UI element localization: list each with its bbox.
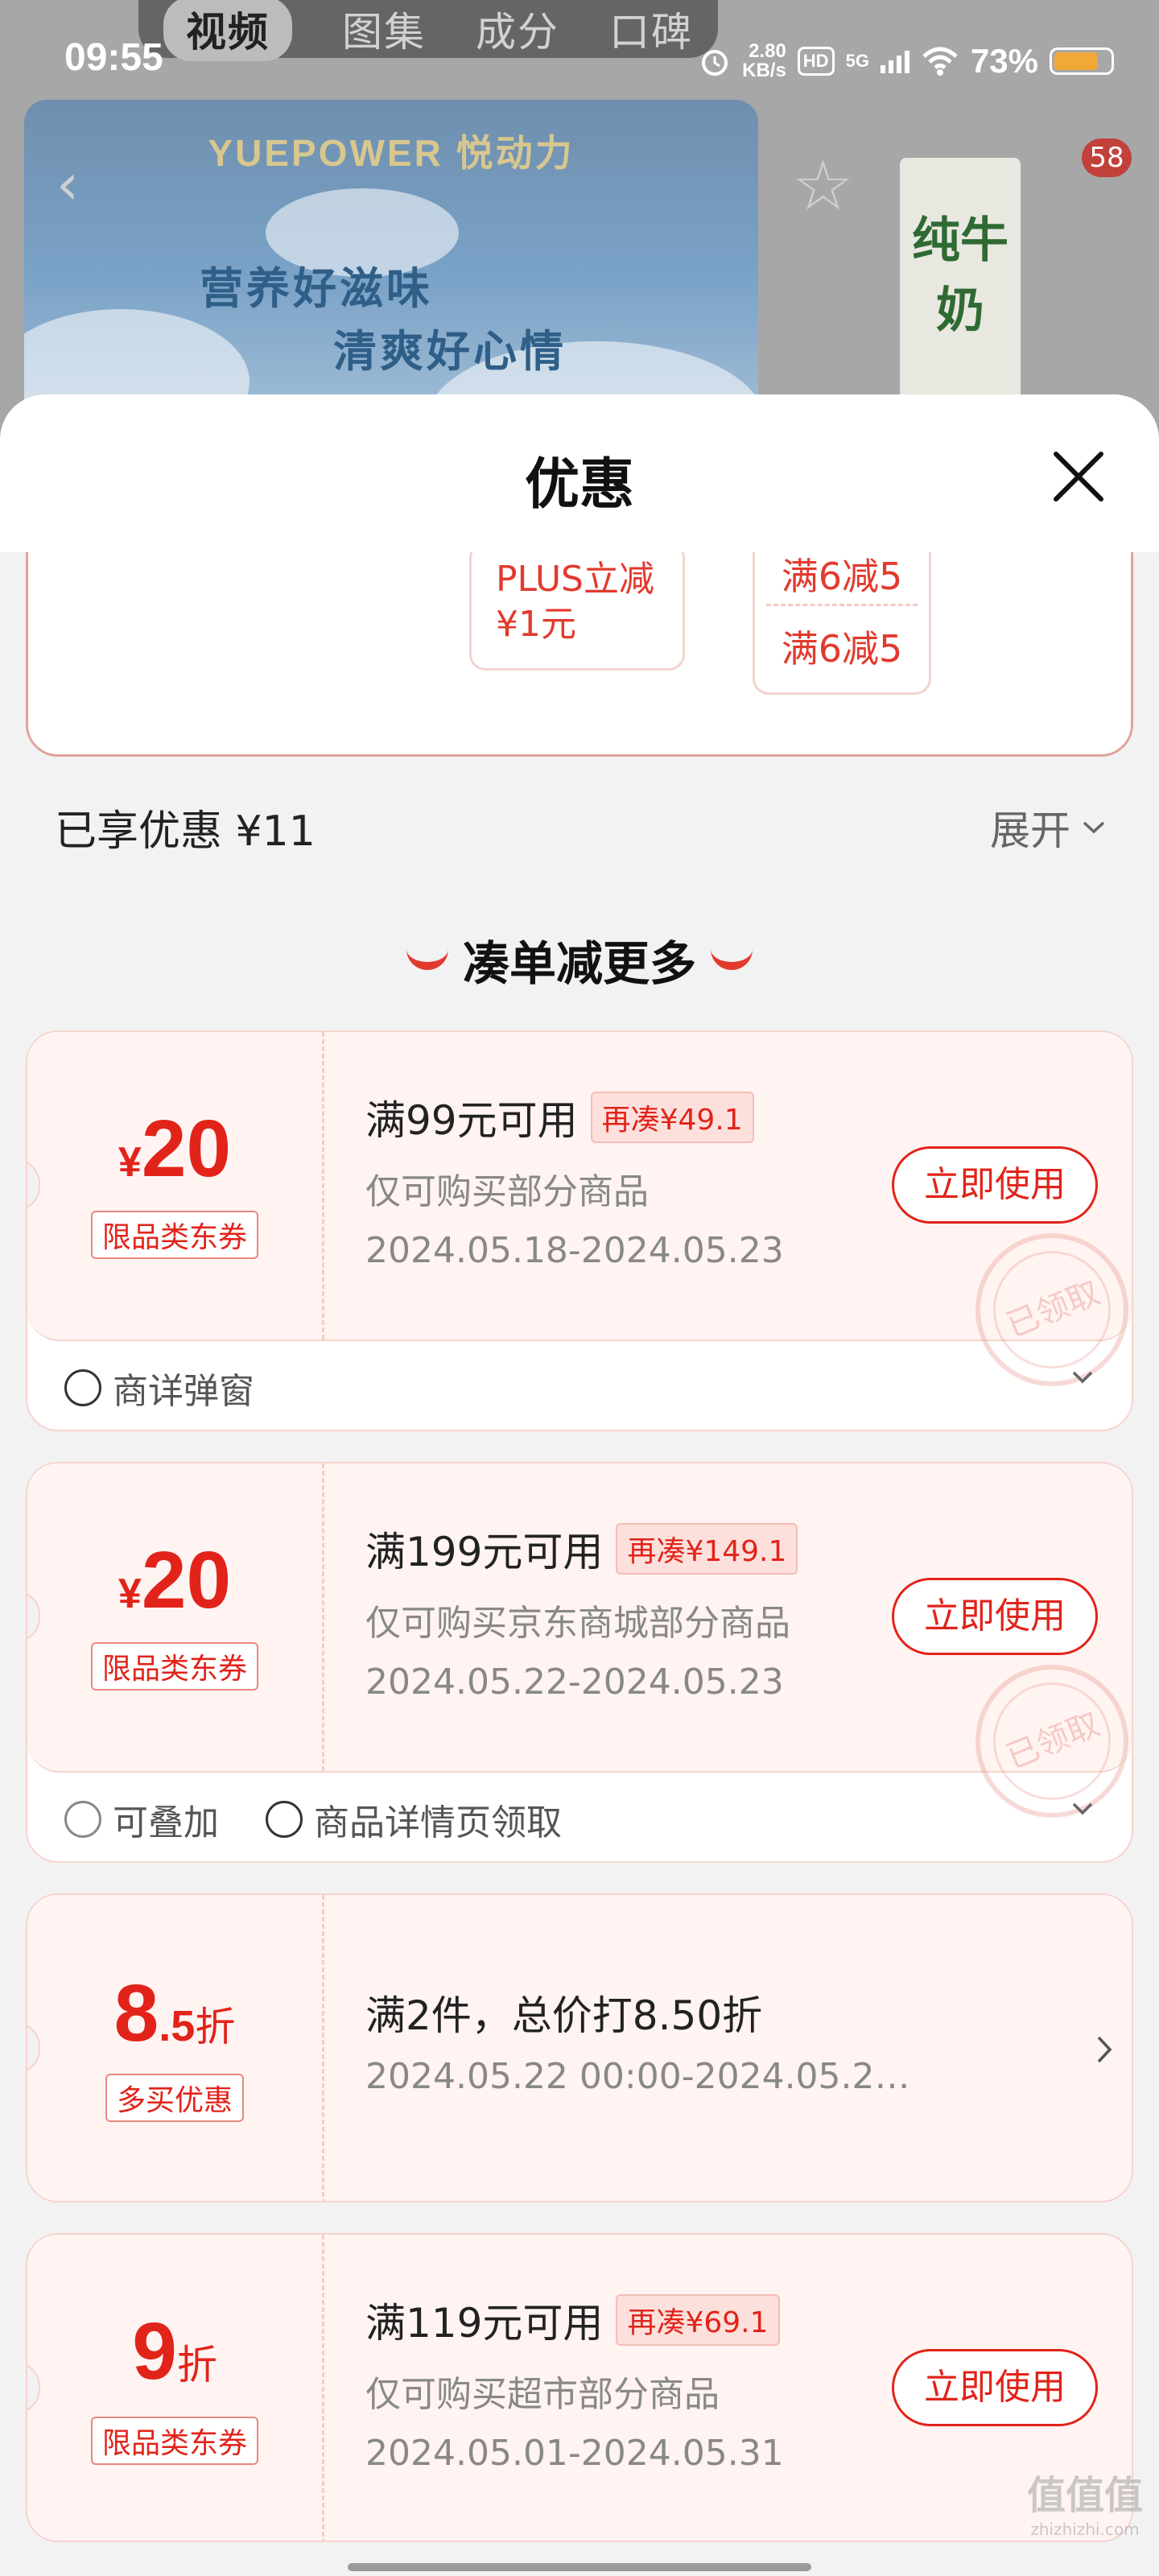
coupon-type-tag: 多买优惠: [105, 2074, 244, 2122]
network-speed: 2.80 KB/s: [742, 40, 786, 81]
5g-label: 5G: [845, 51, 869, 71]
cart-count-badge: 58: [1082, 138, 1132, 177]
tab-gallery[interactable]: 图集: [342, 0, 426, 58]
coupon-validity: 2024.05.01-2024.05.31: [365, 2433, 784, 2474]
coupon-card: 9折 限品类东券 满119元可用 再凑¥69.1 仅可购买超市部分商品 2024…: [26, 2233, 1133, 2542]
offer-title: 满2件，总价打8.50折: [365, 1992, 763, 2039]
close-icon[interactable]: [1046, 444, 1111, 509]
use-now-button[interactable]: 立即使用: [892, 1578, 1098, 1655]
discount-rate: 8.5折: [113, 1968, 236, 2058]
coupon-scope: 仅可购买超市部分商品: [365, 2374, 720, 2415]
smile-decoration-icon: [406, 941, 448, 970]
coupon-footer[interactable]: 商详弹窗: [27, 1341, 1132, 1430]
battery-icon: [1050, 47, 1114, 75]
coupon-validity: 2024.05.22-2024.05.23: [365, 1662, 784, 1703]
coupon-source: 商品详情页领取: [314, 1802, 562, 1843]
discount-rate: 9折: [132, 2306, 217, 2396]
coupon-footer[interactable]: 可叠加 商品详情页领取: [27, 1773, 1132, 1861]
coupon-type-tag: 限品类东券: [90, 1211, 258, 1259]
multi-buy-offer-card[interactable]: 8.5折 多买优惠 满2件，总价打8.50折 2024.05.22 00:00-…: [26, 1893, 1133, 2202]
chevron-right-icon: [1097, 2036, 1112, 2063]
source-icon: [64, 1369, 101, 1406]
sheet-title: 优惠: [524, 453, 634, 517]
need-more-tag: 再凑¥149.1: [616, 1523, 798, 1575]
site-watermark: 值值值 zhizhizhi.com: [1026, 2473, 1143, 2539]
signal-icon: [880, 49, 909, 73]
source-icon: [266, 1801, 303, 1838]
coupon-title: 满119元可用 再凑¥69.1: [365, 2291, 780, 2349]
stack-icon: [64, 1801, 101, 1838]
coupon-source: 商详弹窗: [113, 1371, 254, 1412]
tab-ingredients[interactable]: 成分: [476, 0, 559, 58]
coupon-card: ¥20 限品类东券 满99元可用 再凑¥49.1 仅可购买部分商品 2024.0…: [26, 1030, 1133, 1431]
coupon-card: ¥20 限品类东券 满199元可用 再凑¥149.1 仅可购买京东商城部分商品 …: [26, 1462, 1133, 1863]
chevron-down-icon[interactable]: [1070, 1365, 1095, 1389]
need-more-tag: 再凑¥49.1: [590, 1092, 754, 1143]
offer-validity: 2024.05.22 00:00-2024.05.2…: [365, 2056, 910, 2097]
alarm-icon: [702, 50, 728, 76]
use-now-button[interactable]: 立即使用: [892, 1146, 1098, 1224]
plus-discount-label: PLUS立减: [496, 559, 654, 600]
banner-brand: YUEPOWER 悦动力: [208, 132, 575, 174]
hd-icon: HD: [797, 47, 835, 76]
need-more-tag: 再凑¥69.1: [616, 2294, 780, 2346]
use-now-button[interactable]: 立即使用: [892, 2349, 1098, 2426]
plus-discount-box: PLUS立减 ¥1元: [469, 542, 685, 671]
tab-video[interactable]: 视频: [163, 0, 292, 61]
coupon-amount: ¥20: [118, 1104, 232, 1194]
status-time: 09:55: [64, 36, 163, 79]
wifi-icon: [922, 47, 958, 76]
smile-decoration-icon: [711, 941, 753, 970]
full-reduction-line: 满6减5: [781, 555, 903, 598]
coupon-stackable: 可叠加: [113, 1802, 219, 1843]
divider: [766, 604, 918, 606]
enjoyed-discount-text: 已享优惠 ¥11: [55, 807, 316, 856]
coupon-validity: 2024.05.18-2024.05.23: [365, 1230, 784, 1271]
coupon-scope: 仅可购买京东商城部分商品: [365, 1603, 790, 1644]
chevron-down-icon: [1083, 821, 1105, 834]
expand-button[interactable]: 展开: [990, 799, 1106, 857]
media-tabs: 视频 图集 成分 口碑: [138, 0, 718, 61]
coupon-scope: 仅可购买部分商品: [365, 1171, 649, 1212]
coupon-type-tag: 限品类东券: [90, 2417, 258, 2465]
promotions-sheet: 优惠 PLUS立减 ¥1元 满6减5 满6减5 已享优惠 ¥11 展开 凑单减更…: [0, 394, 1159, 2576]
favorite-star-icon[interactable]: ☆: [792, 151, 854, 221]
coupon-type-tag: 限品类东券: [90, 1642, 258, 1690]
expand-label: 展开: [990, 807, 1070, 854]
sheet-header: 优惠: [0, 394, 1159, 552]
battery-percent: 73%: [970, 42, 1038, 80]
section-title: 凑单减更多: [0, 926, 1159, 993]
chevron-down-icon[interactable]: [1070, 1797, 1095, 1821]
banner-slogan-line1: 营养好滋味: [200, 263, 433, 314]
banner-slogan-line2: 清爽好心情: [333, 326, 567, 377]
coupon-title: 满99元可用 再凑¥49.1: [365, 1088, 754, 1146]
coupon-amount: ¥20: [118, 1535, 232, 1625]
coupon-title: 满199元可用 再凑¥149.1: [365, 1520, 798, 1578]
enjoyed-discount-row: 已享优惠 ¥11 展开: [0, 781, 1159, 869]
back-icon[interactable]: ‹: [56, 156, 79, 213]
full-reduction-line: 满6减5: [781, 627, 903, 671]
home-indicator[interactable]: [348, 2563, 811, 2571]
tab-reviews[interactable]: 口碑: [609, 0, 693, 58]
product-thumbnail-label: 纯牛奶: [912, 213, 1008, 339]
plus-discount-value: ¥1元: [496, 604, 576, 645]
